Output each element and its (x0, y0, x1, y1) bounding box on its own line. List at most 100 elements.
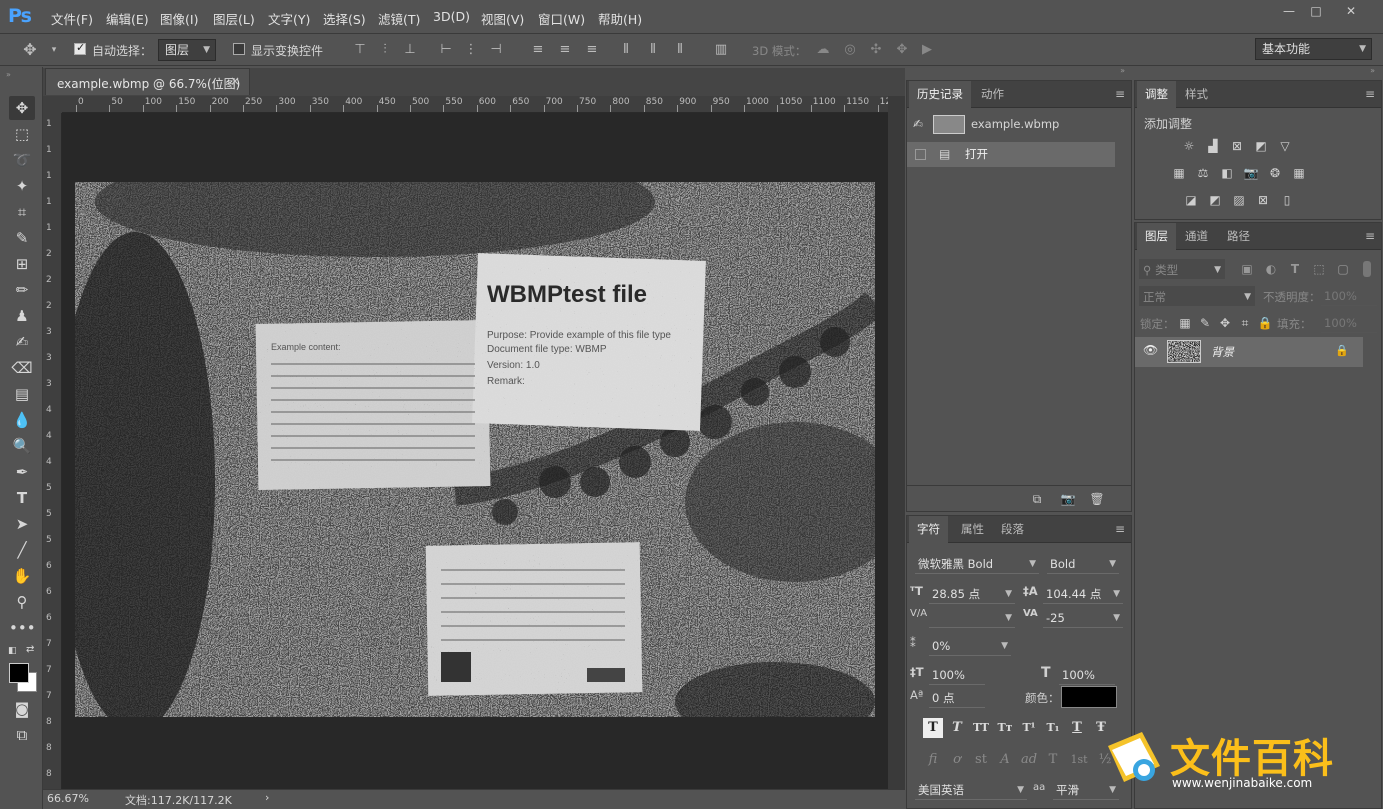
layer-name[interactable]: 背景 (1211, 344, 1234, 360)
menu-select[interactable]: 选择(S) (323, 9, 366, 28)
document-image[interactable]: WBMPtest file Purpose: Provide example o… (75, 182, 875, 717)
zoom-level[interactable]: 66.67% (47, 792, 89, 805)
blur-tool-icon[interactable]: 💧 (9, 408, 35, 432)
vibrance-icon[interactable]: ▽ (1277, 138, 1293, 154)
filter-adjustment-icon[interactable]: ◐ (1263, 261, 1279, 277)
history-step-checkbox[interactable] (915, 149, 926, 160)
horizontal-scale-input[interactable]: 100% (1059, 665, 1115, 685)
zoom-tool-icon[interactable]: ⚲ (9, 590, 35, 614)
brush-tool-icon[interactable]: ✏ (9, 278, 35, 302)
layer-row-background[interactable]: 👁 背景 🔒 (1135, 337, 1363, 367)
tab-history[interactable]: 历史记录 (909, 81, 971, 108)
tab-properties[interactable]: 属性 (953, 516, 992, 543)
gradient-tool-icon[interactable]: ▤ (9, 382, 35, 406)
chevron-down-icon[interactable]: ▾ (46, 42, 62, 58)
show-transform-checkbox[interactable] (233, 43, 245, 55)
collapse-icon[interactable]: » (1370, 66, 1375, 75)
lock-all-icon[interactable]: 🔒 (1257, 315, 1273, 331)
filter-shape-icon[interactable]: ⬚ (1311, 261, 1327, 277)
move-tool-icon[interactable]: ✥ (9, 96, 35, 120)
filter-pixel-icon[interactable]: ▣ (1239, 261, 1255, 277)
panel-collapse-bar[interactable]: » (1133, 66, 1383, 80)
exposure-icon[interactable]: ◩ (1253, 138, 1269, 154)
status-menu-arrow[interactable]: › (265, 791, 269, 804)
menu-image[interactable]: 图像(I) (160, 9, 198, 28)
gradient-map-icon[interactable]: ▯ (1279, 192, 1295, 208)
3d-rotate-icon[interactable]: ☁ (815, 42, 831, 58)
history-snapshot[interactable]: ✍ example.wbmp (907, 112, 1131, 137)
font-size-input[interactable]: 28.85 点 ▼ (929, 584, 1015, 604)
distribute-top-icon[interactable]: ≡ (530, 42, 546, 58)
lock-image-icon[interactable]: ✎ (1197, 315, 1213, 331)
font-family-select[interactable]: 微软雅黑 Bold ▼ (915, 554, 1039, 574)
auto-align-icon[interactable]: ▥ (713, 42, 729, 58)
underline-button[interactable]: T (1067, 718, 1087, 738)
menu-filter[interactable]: 滤镜(T) (378, 9, 420, 28)
healing-tool-icon[interactable]: ⊞ (9, 252, 35, 276)
eye-icon[interactable]: 👁 (1143, 343, 1158, 357)
old-style-button[interactable]: ơ (947, 750, 967, 770)
opacity-input[interactable]: 100% (1321, 286, 1377, 306)
more-tools-icon[interactable]: ••• (9, 616, 36, 640)
filter-type-icon[interactable]: T (1287, 261, 1303, 277)
menu-type[interactable]: 文字(Y) (268, 9, 310, 28)
align-hcenter-icon[interactable]: ⋮ (463, 42, 479, 58)
threshold-icon[interactable]: ▨ (1231, 192, 1247, 208)
pen-tool-icon[interactable]: ✒ (9, 460, 35, 484)
auto-select-dropdown[interactable]: 图层 ▼ (158, 39, 216, 61)
lock-artboard-icon[interactable]: ⌗ (1237, 315, 1253, 331)
menu-edit[interactable]: 编辑(E) (106, 9, 149, 28)
document-tab[interactable]: example.wbmp @ 66.7%(位图) × (45, 68, 250, 95)
3d-camera-icon[interactable]: ▶ (919, 42, 935, 58)
align-bottom-icon[interactable]: ⊥ (402, 42, 418, 58)
curves-icon[interactable]: ⊠ (1229, 138, 1245, 154)
collapse-icon[interactable]: » (6, 70, 11, 79)
eraser-tool-icon[interactable]: ⌫ (9, 356, 35, 380)
tab-styles[interactable]: 样式 (1177, 81, 1216, 108)
crop-tool-icon[interactable]: ⌗ (9, 200, 35, 224)
menu-file[interactable]: 文件(F) (51, 9, 93, 28)
tab-paragraph[interactable]: 段落 (993, 516, 1032, 543)
3d-roll-icon[interactable]: ◎ (842, 42, 858, 58)
marquee-tool-icon[interactable]: ⬚ (9, 122, 35, 146)
distribute-bottom-icon[interactable]: ≡ (584, 42, 600, 58)
faux-italic-button[interactable]: T (947, 718, 967, 738)
menu-3d[interactable]: 3D(D) (433, 9, 470, 24)
panel-menu-icon[interactable]: ≡ (1365, 87, 1375, 101)
vertical-ruler[interactable]: 1 1 1 1 1 2 2 2 3 3 3 4 4 4 5 5 5 6 6 6 7 7 7 8 8 8 (43, 113, 62, 789)
color-balance-icon[interactable]: ⚖ (1195, 165, 1211, 181)
blend-mode-select[interactable]: 正常 ▼ (1139, 286, 1255, 306)
auto-select-checkbox[interactable] (74, 41, 86, 55)
history-step[interactable]: ▤ 打开 (907, 142, 1115, 167)
tab-layers[interactable]: 图层 (1137, 223, 1176, 250)
language-select[interactable]: 美国英语 ▼ (915, 780, 1027, 800)
trash-icon[interactable]: 🗑 (1089, 491, 1105, 507)
eyedropper-tool-icon[interactable]: ✎ (9, 226, 35, 250)
camera-icon[interactable]: 📷 (1060, 491, 1076, 507)
fill-input[interactable]: 100% (1321, 313, 1377, 333)
workspace-dropdown[interactable]: 基本功能 ▼ (1255, 38, 1372, 60)
invert-icon[interactable]: ◪ (1183, 192, 1199, 208)
hand-tool-icon[interactable]: ✋ (9, 564, 35, 588)
panel-collapse-bar[interactable]: » (905, 66, 1133, 80)
swash-button[interactable]: A (995, 750, 1015, 770)
tab-channels[interactable]: 通道 (1177, 223, 1216, 250)
titling-button[interactable]: T (1043, 750, 1063, 770)
lasso-tool-icon[interactable]: ➰ (9, 148, 35, 172)
ordinal-button[interactable]: 1st (1069, 750, 1089, 770)
filter-toggle[interactable] (1363, 261, 1371, 277)
text-color-swatch[interactable] (1061, 686, 1117, 708)
distribute-hcenter-icon[interactable]: ⦀ (645, 42, 661, 58)
3d-pan-icon[interactable]: ✣ (868, 42, 884, 58)
stamp-tool-icon[interactable]: ♟ (9, 304, 35, 328)
brightness-icon[interactable]: ☼ (1181, 138, 1197, 154)
lock-position-icon[interactable]: ✥ (1217, 315, 1233, 331)
align-right-icon[interactable]: ⊣ (488, 42, 504, 58)
color-lookup-icon[interactable]: ▦ (1291, 165, 1307, 181)
small-caps-button[interactable]: Tт (995, 718, 1015, 738)
superscript-button[interactable]: T¹ (1019, 718, 1039, 738)
baseline-shift-input[interactable]: 0 点 (929, 688, 985, 708)
foreground-color-swatch[interactable] (9, 663, 29, 683)
path-select-tool-icon[interactable]: ➤ (9, 512, 35, 536)
kerning-input[interactable]: ▼ (929, 608, 1015, 628)
